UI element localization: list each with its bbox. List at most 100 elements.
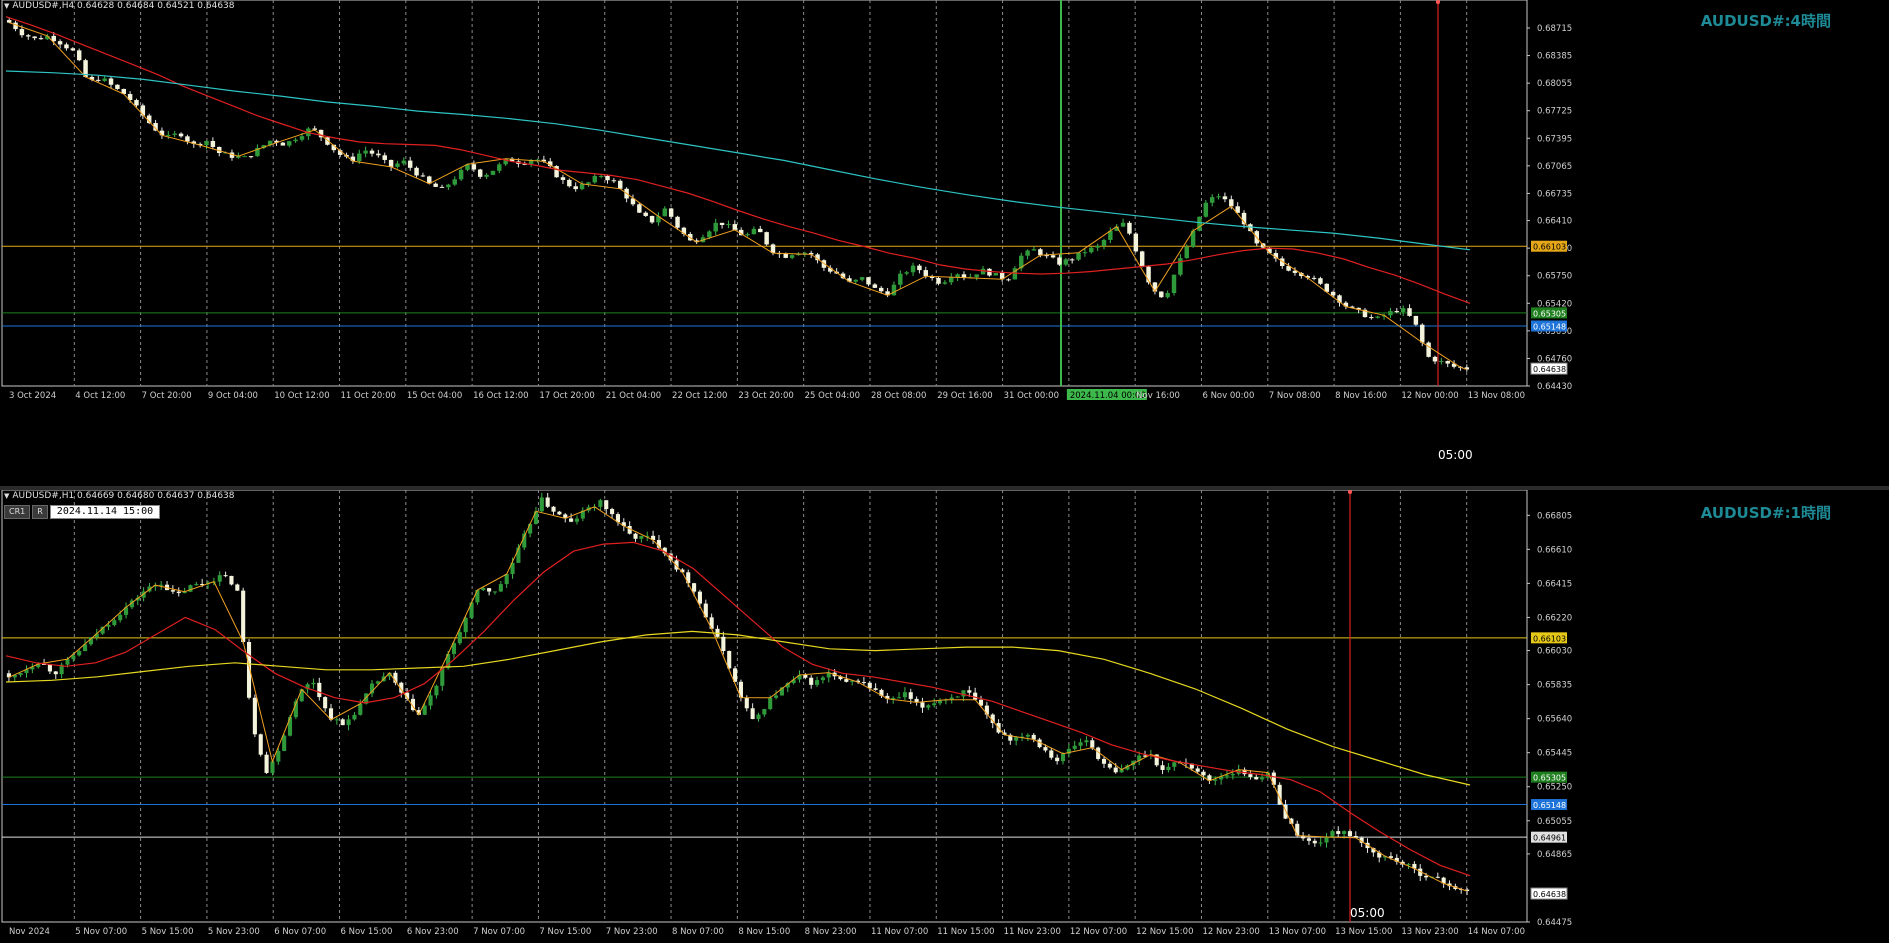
current-time-handle[interactable]	[1348, 490, 1352, 494]
candle-body	[252, 697, 257, 735]
candle-body	[376, 153, 381, 156]
candle-body	[65, 659, 70, 665]
candle-body	[539, 497, 544, 512]
candle-body	[961, 690, 966, 697]
candle-body	[477, 169, 483, 177]
candle-body	[1432, 356, 1438, 362]
candle-body	[1057, 257, 1062, 265]
candle-body	[910, 265, 916, 273]
y-tick-label: 0.65835	[1537, 681, 1572, 691]
candle-body	[112, 620, 117, 626]
x-tick-label: 13 Nov 07:00	[1269, 927, 1326, 937]
x-tick-label: 6 Nov 15:00	[341, 927, 393, 937]
price-tag-label: 0.65148	[1533, 801, 1566, 810]
x-tick-label: 11 Nov 23:00	[1004, 927, 1061, 937]
candle-body	[1435, 876, 1440, 878]
candle-body	[1330, 291, 1336, 296]
candle-body	[172, 133, 177, 135]
candle-body	[745, 234, 750, 236]
candle-body	[194, 583, 199, 586]
y-tick-label: 0.67395	[1537, 134, 1572, 144]
current-time-handle[interactable]	[1436, 0, 1440, 4]
x-tick-label: 5 Nov 07:00	[75, 927, 127, 937]
plot-area[interactable]	[1, 0, 1528, 387]
x-tick-label: 11 Nov 15:00	[937, 927, 994, 937]
candle-body	[1413, 315, 1419, 325]
candle-body	[639, 535, 644, 539]
candle-body	[803, 675, 808, 678]
candle-body	[1107, 763, 1112, 768]
candle-body	[1375, 316, 1380, 318]
cr1-button[interactable]: CR1	[4, 505, 31, 519]
y-tick-label: 0.66610	[1537, 545, 1572, 555]
candle-body	[317, 682, 322, 698]
chart-panel-h4[interactable]: 3 Oct 2024 4 Oct 12:00 7 Oct 20:00 9 Oct 04…	[0, 0, 1889, 486]
candle-body	[1090, 740, 1095, 748]
x-tick-label: Nov 2024	[9, 927, 50, 937]
y-tick-label: 0.64475	[1537, 918, 1572, 928]
h1-chart-svg[interactable]: Nov 2024 5 Nov 07:00 5 Nov 15:00 5 Nov 23:0…	[0, 490, 1889, 943]
candle-body	[1388, 311, 1393, 316]
candle-body	[452, 179, 457, 185]
candle-body	[1216, 196, 1221, 198]
candle-body	[789, 255, 795, 258]
y-tick-label: 0.66030	[1537, 647, 1572, 657]
candle-body	[1089, 247, 1094, 253]
date-input[interactable]: 2024.11.14 15:00	[49, 505, 161, 519]
candle-body	[487, 588, 492, 592]
price-tag-label: 0.66103	[1533, 243, 1566, 252]
candle-body	[258, 734, 263, 755]
candle-body	[1127, 222, 1132, 234]
candle-body	[675, 216, 680, 228]
candle-body	[401, 160, 407, 164]
candle-body	[53, 671, 58, 675]
candle-body	[108, 78, 114, 85]
candle-body	[533, 511, 539, 524]
candle-body	[756, 714, 761, 720]
chart-panel-h1[interactable]: Nov 2024 5 Nov 07:00 5 Nov 15:00 5 Nov 23:0…	[0, 490, 1889, 943]
h1-candle-timer: 05:00	[1350, 906, 1385, 920]
candle-body	[235, 584, 240, 591]
x-tick-label: 12 Nov 23:00	[1202, 927, 1259, 937]
candle-body	[1224, 775, 1230, 777]
r-button[interactable]: R	[32, 505, 48, 519]
candle-body	[973, 692, 978, 700]
candle-body	[223, 575, 228, 577]
h4-chart-svg[interactable]: 3 Oct 2024 4 Oct 12:00 7 Oct 20:00 9 Oct 04…	[0, 0, 1889, 486]
price-tag-label: 0.65148	[1533, 323, 1566, 332]
candle-body	[32, 36, 37, 39]
candle-body	[1248, 774, 1253, 777]
x-tick-label: 13 Nov 08:00	[1468, 391, 1525, 401]
candle-body	[1254, 776, 1259, 780]
candle-body	[47, 664, 52, 672]
price-tag-label: 0.66103	[1533, 634, 1566, 643]
candle-body	[204, 140, 209, 146]
candle-body	[311, 682, 316, 685]
candle-body	[611, 180, 617, 182]
candle-body	[598, 500, 603, 507]
candle-body	[369, 150, 375, 154]
collapse-triangle-icon[interactable]: ▼	[4, 492, 9, 500]
y-tick-label: 0.67065	[1537, 162, 1572, 172]
x-tick-label: 8 Nov 15:00	[738, 927, 790, 937]
candle-body	[334, 719, 339, 721]
candle-body	[458, 169, 464, 180]
y-tick-label: 0.66410	[1537, 217, 1572, 227]
price-tag-label: 0.64638	[1533, 890, 1566, 899]
candle-body	[1330, 831, 1335, 837]
candle-body	[498, 584, 503, 592]
candle-body	[176, 591, 181, 594]
candle-body	[1072, 745, 1077, 749]
plot-area[interactable]	[1, 490, 1528, 923]
candle-body	[902, 692, 907, 698]
candle-body	[57, 41, 63, 45]
candle-body	[896, 697, 902, 699]
candle-body	[598, 175, 604, 177]
candle-body	[820, 677, 825, 681]
x-tick-label: 5 Nov 23:00	[208, 927, 260, 937]
candle-body	[352, 714, 357, 720]
candle-body	[1424, 875, 1429, 878]
candle-body	[980, 268, 986, 275]
candle-body	[891, 284, 897, 296]
collapse-triangle-icon[interactable]: ▼	[4, 2, 9, 10]
